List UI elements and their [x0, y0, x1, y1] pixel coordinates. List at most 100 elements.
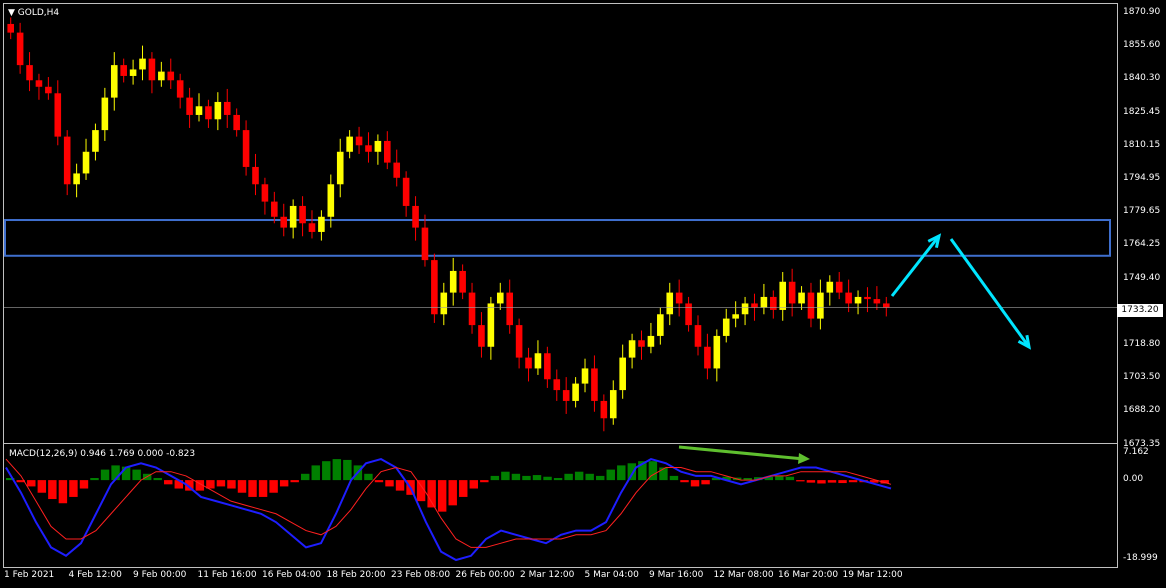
- candle-body: [600, 400, 608, 419]
- candle-body: [92, 130, 99, 152]
- macd-histogram-bar: [269, 480, 278, 493]
- up-arrow-shaft: [890, 235, 941, 297]
- macd-histogram-bar: [669, 475, 679, 481]
- macd-histogram-bar: [132, 469, 141, 481]
- macd-histogram-bar: [48, 480, 57, 500]
- macd-histogram-bar: [690, 480, 700, 487]
- candle-body: [233, 114, 240, 131]
- candle-body: [807, 292, 815, 319]
- time-tick-label: 2 Mar 12:00: [520, 570, 575, 580]
- price-tick-label: 1749.40: [1123, 272, 1161, 283]
- macd-histogram-bar: [796, 480, 805, 482]
- macd-histogram-bar: [322, 461, 331, 481]
- macd-histogram-bar: [395, 480, 405, 491]
- macd-histogram-bar: [606, 469, 615, 481]
- macd-histogram-bar: [480, 480, 489, 483]
- candle-body: [158, 71, 165, 81]
- macd-histogram-bar: [100, 469, 110, 481]
- candle-body: [864, 296, 871, 300]
- time-tick-label: 16 Feb 04:00: [262, 570, 322, 580]
- macd-histogram-bar: [90, 478, 99, 481]
- candle-body: [779, 281, 787, 310]
- price-tick-label: 1825.45: [1123, 106, 1161, 117]
- macd-histogram-bar: [248, 480, 257, 497]
- candle-body: [271, 201, 278, 217]
- candle-body: [384, 140, 391, 163]
- macd-histogram-bar: [69, 480, 78, 497]
- macd-histogram-bar: [585, 473, 594, 481]
- macd-histogram-bar: [553, 478, 563, 481]
- candle-body: [515, 325, 523, 358]
- candle-body: [544, 353, 551, 380]
- price-tick-label: 1870.90: [1123, 7, 1161, 17]
- price-tick-label: 1840.30: [1123, 73, 1161, 84]
- macd-histogram-bar: [364, 473, 373, 481]
- candle-body: [327, 184, 335, 217]
- candle-body: [657, 314, 664, 336]
- price-tick-label: 1779.65: [1123, 206, 1161, 217]
- macd-histogram-bar: [848, 480, 858, 483]
- macd-histogram-bar: [279, 480, 289, 487]
- time-tick-label: 1 Feb 2021: [4, 570, 55, 580]
- macd-panel[interactable]: MACD(12,26,9) 0.946 1.769 0.000 -0.823: [3, 443, 1118, 568]
- candle-body: [722, 318, 730, 336]
- candle-body: [346, 136, 353, 152]
- time-tick-label: 9 Mar 16:00: [649, 570, 704, 580]
- candle-body: [835, 281, 843, 293]
- candle-body: [506, 292, 513, 326]
- candle-body: [280, 216, 288, 228]
- triangle-down-icon[interactable]: ▼: [8, 8, 15, 18]
- price-chart-panel[interactable]: ▼ GOLD,H4: [3, 3, 1118, 444]
- macd-title: MACD(12,26,9) 0.946 1.769 0.000 -0.823: [9, 449, 196, 459]
- candle-body: [553, 379, 561, 391]
- macd-histogram-bar: [596, 475, 605, 481]
- macd-histogram-bar: [469, 480, 478, 489]
- macd-histogram-bar: [385, 480, 394, 487]
- macd-histogram-bar: [701, 480, 710, 485]
- macd-chart[interactable]: [4, 444, 1117, 567]
- macd-histogram-bar: [511, 473, 521, 481]
- candle-body: [760, 296, 768, 308]
- divergence-arrow-head: [798, 453, 810, 464]
- macd-histogram-bar: [311, 465, 320, 481]
- macd-histogram-bar: [501, 471, 510, 481]
- candle-body: [572, 383, 579, 401]
- candle-body: [45, 86, 52, 94]
- candle-body: [318, 216, 325, 232]
- candle-body: [299, 205, 306, 224]
- candle-body: [685, 303, 692, 326]
- candle-body: [7, 23, 15, 33]
- macd-histogram-bar: [164, 480, 173, 485]
- candle-body: [195, 106, 203, 115]
- chart-title: ▼ GOLD,H4: [8, 8, 59, 18]
- candle-body: [741, 303, 749, 315]
- macd-histogram-bar: [817, 480, 826, 484]
- macd-histogram-bar: [617, 465, 626, 481]
- candle-body: [440, 292, 448, 315]
- macd-histogram-bar: [437, 480, 447, 512]
- candle-body: [798, 292, 805, 304]
- macd-histogram-bar: [775, 475, 784, 481]
- candle-body: [223, 101, 231, 115]
- candle-body: [214, 101, 222, 120]
- candle-body: [732, 314, 739, 319]
- candle-body: [355, 136, 363, 146]
- macd-histogram-bar: [574, 471, 584, 481]
- resistance-zone-box: [4, 219, 1111, 257]
- candle-body: [186, 97, 193, 115]
- price-tick-label: 1764.25: [1123, 239, 1161, 250]
- macd-histogram-bar: [227, 480, 236, 489]
- candle-body: [562, 390, 570, 401]
- price-chart[interactable]: [4, 4, 1117, 443]
- candle-body: [82, 151, 90, 174]
- candle-body: [73, 173, 80, 185]
- candle-body: [26, 65, 33, 81]
- time-tick-label: 5 Mar 04:00: [584, 570, 639, 580]
- macd-histogram-bar: [332, 459, 342, 481]
- macd-histogram-bar: [79, 480, 89, 489]
- time-tick-label: 4 Feb 12:00: [68, 570, 122, 580]
- time-tick-label: 16 Mar 20:00: [778, 570, 839, 580]
- candle-body: [35, 80, 43, 87]
- candle-body: [110, 65, 118, 98]
- candle-body: [619, 357, 626, 391]
